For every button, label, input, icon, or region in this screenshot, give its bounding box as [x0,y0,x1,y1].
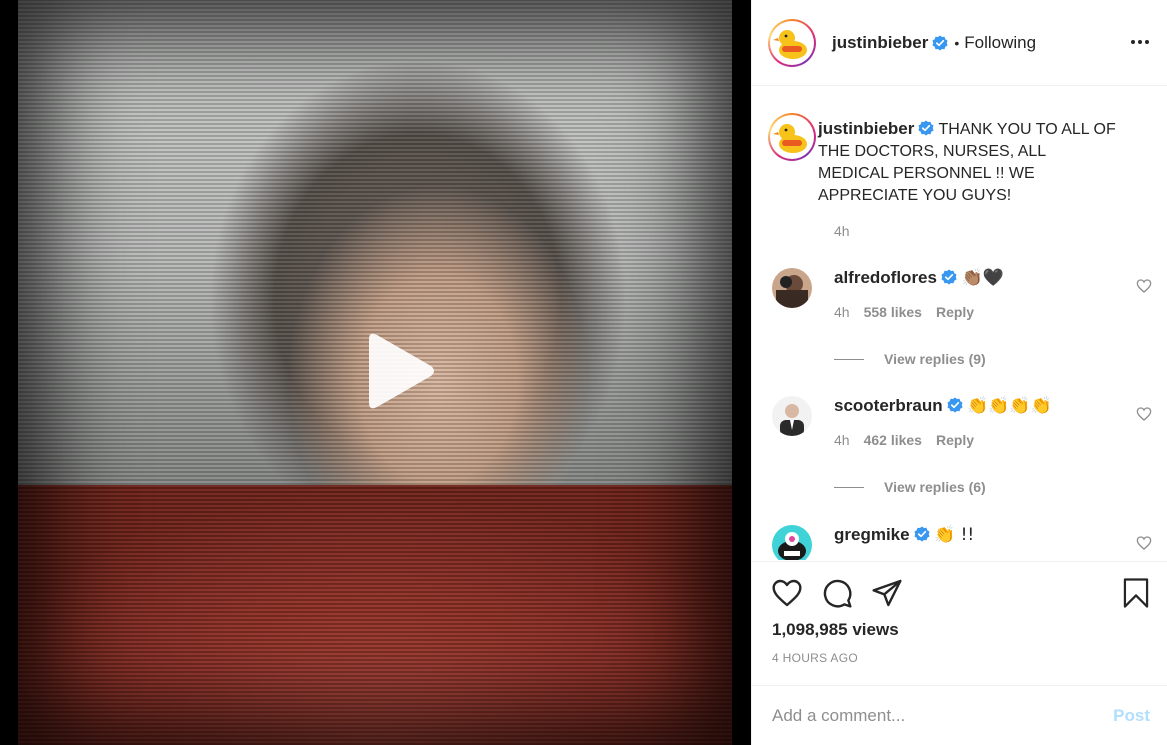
following-button[interactable]: Following [964,33,1036,53]
avatar-photo [772,396,812,436]
view-replies-label: View replies (9) [884,351,986,367]
avatar-photo [772,525,812,560]
caption-avatar[interactable] [768,113,816,161]
commenter-avatar[interactable] [772,525,812,560]
verified-badge-icon [932,35,948,50]
verified-badge-icon [918,120,934,136]
verified-badge-icon [914,526,930,542]
commenter-avatar[interactable] [772,396,812,436]
author-username[interactable]: justinbieber [832,33,928,53]
separator-dot: • [954,34,960,51]
post-header: justinbieber • Following [752,0,1167,86]
duck-logo-icon [773,29,807,59]
comment-like-icon[interactable] [1136,406,1152,422]
comment-text: 👏👏👏👏 [967,396,1052,416]
duck-logo-icon [773,124,807,153]
comment-icon[interactable] [821,577,853,609]
caption-timestamp[interactable]: 4h [834,223,850,239]
post-timestamp[interactable]: 4 HOURS AGO [772,651,858,665]
play-button[interactable] [354,326,444,416]
comment-like-icon[interactable] [1136,278,1152,294]
author-avatar[interactable] [768,18,816,67]
view-replies-button[interactable]: View replies (6) [834,479,986,495]
verified-badge-icon [941,269,957,285]
caption-username[interactable]: justinbieber [818,119,914,138]
reply-button[interactable]: Reply [936,432,974,448]
commenter-username[interactable]: gregmike [834,525,910,544]
comments-list[interactable]: justinbieber THANK YOU TO ALL OF THE DOC… [752,87,1167,560]
video-player[interactable] [18,0,732,745]
commenter-username[interactable]: alfredoflores [834,268,937,287]
replies-divider [834,358,864,360]
commenter-username[interactable]: scooterbraun [834,396,943,415]
comment-likes[interactable]: 558 likes [864,304,922,320]
replies-divider [834,486,864,488]
comment-likes[interactable]: 462 likes [864,432,922,448]
comment-timestamp[interactable]: 4h [834,304,850,320]
post-comment-button[interactable]: Post [1113,706,1150,726]
more-options-icon[interactable] [1130,30,1150,54]
comment-input[interactable] [772,705,1092,726]
verified-badge-icon [947,397,963,413]
view-replies-button[interactable]: View replies (9) [834,351,986,367]
view-replies-label: View replies (6) [884,479,986,495]
post-details-panel: justinbieber • Following justinbieber TH… [751,0,1167,745]
play-icon [369,333,434,409]
comment-text: 👏 !! [934,525,975,545]
post-media [0,0,751,745]
reply-button[interactable]: Reply [936,304,974,320]
view-count[interactable]: 1,098,985 views [772,620,899,640]
comment-timestamp[interactable]: 4h [834,432,850,448]
commenter-avatar[interactable] [772,268,812,308]
share-icon[interactable] [871,577,903,609]
add-comment-bar: Post [752,685,1167,745]
heart-icon[interactable] [771,577,803,609]
caption: justinbieber THANK YOU TO ALL OF THE DOC… [818,118,1118,207]
comment-text: 👏🏽🖤 [961,268,1004,288]
video-scene-jacket [18,485,732,745]
post-actions: 1,098,985 views 4 HOURS AGO [752,561,1167,685]
comment-like-icon[interactable] [1136,535,1152,551]
bookmark-icon[interactable] [1121,577,1151,609]
avatar-photo [772,268,812,308]
